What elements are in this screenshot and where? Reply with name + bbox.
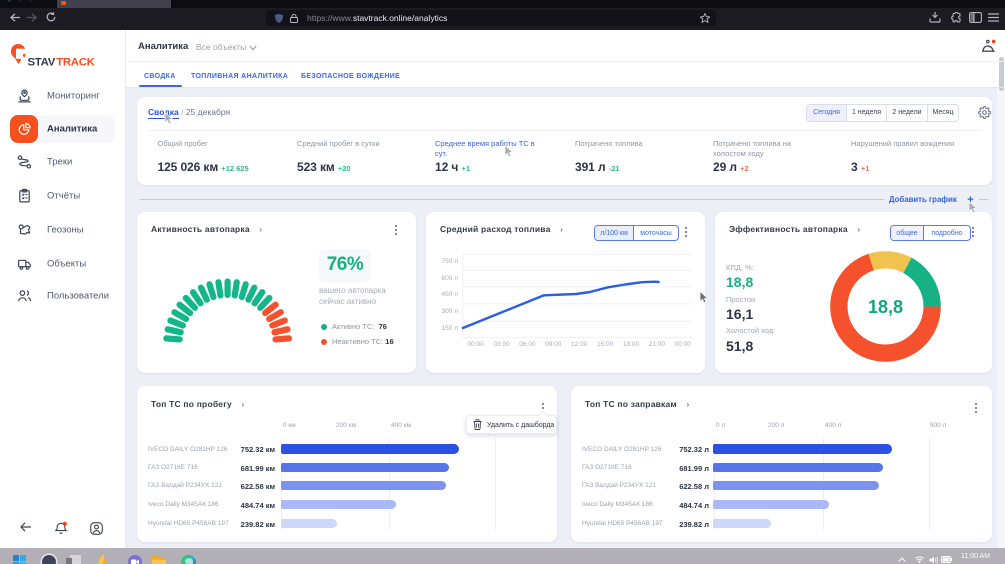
svg-text:TRACK: TRACK — [56, 57, 95, 69]
svg-text:STAV: STAV — [28, 57, 56, 69]
